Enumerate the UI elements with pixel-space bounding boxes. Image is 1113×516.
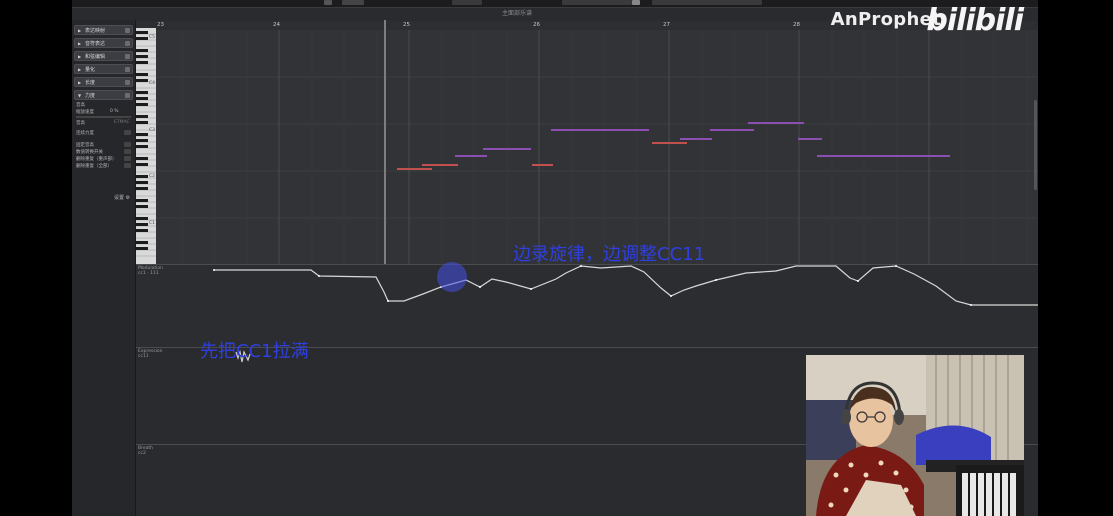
section-icon: [125, 67, 130, 72]
section-icon: [125, 54, 130, 59]
section-label: 音符表达: [85, 41, 106, 47]
prop-toggle[interactable]: [124, 149, 131, 154]
toolbar-button[interactable]: [632, 0, 640, 5]
prop-label[interactable]: 固定音高: [76, 142, 94, 148]
toolbar-field[interactable]: [452, 0, 482, 5]
section-velocity[interactable]: ▼ 力度: [74, 90, 133, 100]
settings-label: 设置: [114, 195, 125, 201]
section-label: 量化: [85, 67, 96, 73]
section-chord-edit[interactable]: ▶ 和弦编辑: [74, 51, 133, 61]
prop-toggle[interactable]: [124, 156, 131, 161]
midi-note: [748, 122, 804, 124]
bar-number: 28: [793, 22, 800, 28]
octave-label: C1: [149, 220, 155, 226]
toolbar-button[interactable]: [342, 0, 364, 5]
expand-arrow-icon: ▶: [78, 28, 82, 33]
piano-keyboard[interactable]: C5 C4 C3 C2 C1: [136, 28, 156, 264]
settings-button[interactable]: 设置 ⚙: [114, 194, 130, 201]
prop-label: 音高: [76, 103, 85, 108]
section-icon: [125, 93, 130, 98]
section-icon: [125, 41, 130, 46]
section-label: 表达映射: [85, 28, 106, 34]
prop-toggle[interactable]: [124, 142, 131, 147]
expand-arrow-icon: ▶: [78, 67, 82, 72]
webcam-overlay: [806, 355, 1024, 516]
octave-label: C2: [149, 173, 155, 179]
prop-value[interactable]: 0 %: [110, 109, 119, 114]
midi-note: [397, 168, 432, 170]
piano-roll-grid[interactable]: [156, 30, 1038, 264]
bilibili-logo: bilibili: [926, 3, 1024, 38]
vertical-scrollbar[interactable]: [1034, 100, 1037, 190]
prop-label[interactable]: 数值转换开关: [76, 149, 103, 155]
section-label: 力度: [85, 93, 96, 99]
overlay-caption-left: 先把CC1拉满: [200, 341, 309, 362]
midi-note: [710, 129, 754, 131]
editor-title: 主面部乐谱: [502, 10, 533, 17]
playhead[interactable]: [384, 20, 386, 265]
gear-icon: ⚙: [125, 195, 131, 201]
midi-note: [532, 164, 553, 166]
midi-note: [798, 138, 822, 140]
section-quantize[interactable]: ▶ 量化: [74, 64, 133, 74]
octave-label: C4: [149, 80, 155, 86]
bar-number: 27: [663, 22, 670, 28]
channel-watermark: AnProphet: [830, 9, 941, 30]
expand-arrow-icon: ▶: [78, 54, 82, 59]
expand-arrow-icon: ▶: [78, 41, 82, 46]
section-expression-map[interactable]: ▶ 表达映射: [74, 25, 133, 35]
toolbar-button[interactable]: [324, 0, 332, 5]
lane-label: Breath cc2: [138, 446, 153, 456]
prop-label[interactable]: 删除重复（全部）: [76, 163, 112, 169]
controller-lane-modulation[interactable]: Modulation cc1 · 111: [136, 264, 1038, 348]
midi-note: [551, 129, 649, 131]
bar-number: 25: [403, 22, 410, 28]
section-length[interactable]: ▶ 长度: [74, 77, 133, 87]
section-label: 和弦编辑: [85, 54, 106, 60]
prop-label[interactable]: 删除重复（重声部）: [76, 156, 117, 162]
midi-note: [680, 138, 712, 140]
toolbar-field[interactable]: [562, 0, 632, 5]
top-toolbar: [72, 0, 1038, 8]
midi-note: [817, 155, 950, 157]
section-icon: [125, 28, 130, 33]
octave-label: C5: [149, 34, 155, 40]
bar-number: 24: [273, 22, 280, 28]
collapse-arrow-icon: ▼: [78, 93, 82, 98]
prop-value[interactable]: ETMAC: [114, 120, 130, 125]
webcam-image: [806, 355, 1024, 516]
piano-keys[interactable]: C5 C4 C3 C2 C1: [136, 28, 156, 264]
midi-note: [455, 155, 487, 157]
section-label: 长度: [85, 80, 96, 86]
prop-label: 音高: [76, 121, 85, 126]
toolbar-field[interactable]: [652, 0, 762, 5]
prop-toggle[interactable]: [124, 130, 131, 135]
bar-number: 26: [533, 22, 540, 28]
note-grid[interactable]: [156, 30, 1038, 264]
velocity-slider[interactable]: [76, 116, 131, 118]
octave-label: C3: [149, 127, 155, 133]
midi-note: [652, 142, 687, 144]
overlay-caption-top: 边录旋律，边调整CC11: [513, 244, 706, 265]
midi-note: [422, 164, 458, 166]
prop-label: 连续力度: [76, 131, 94, 136]
inspector-sidebar: ▶ 表达映射 ▶ 音符表达 ▶ 和弦编辑 ▶ 量化 ▶ 长度 ▼ 力度 音高 缩放速度 0 …: [72, 20, 136, 516]
expand-arrow-icon: ▶: [78, 80, 82, 85]
midi-note: [483, 148, 531, 150]
prop-toggle[interactable]: [124, 163, 131, 168]
mouse-cursor-highlight: [437, 262, 467, 292]
modulation-curve[interactable]: [136, 265, 1038, 348]
lane-cc: cc2: [138, 451, 146, 456]
section-icon: [125, 80, 130, 85]
prop-label: 缩放速度: [76, 110, 94, 115]
section-note-expression[interactable]: ▶ 音符表达: [74, 38, 133, 48]
bar-number: 23: [157, 22, 164, 28]
